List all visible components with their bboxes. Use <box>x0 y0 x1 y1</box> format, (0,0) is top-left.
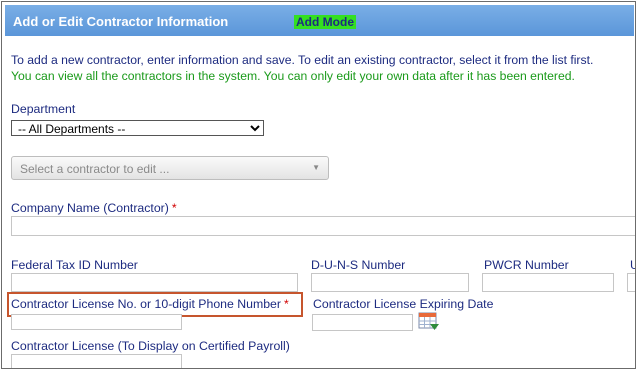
contractor-form-panel: Add or Edit Contractor Information Add M… <box>1 1 636 369</box>
pwcr-label: PWCR Number <box>484 258 569 272</box>
contractor-select-placeholder: Select a contractor to edit ... <box>20 162 170 176</box>
department-select[interactable]: -- All Departments -- <box>11 120 264 136</box>
panel-header: Add or Edit Contractor Information Add M… <box>5 5 634 36</box>
license-no-label: Contractor License No. or 10-digit Phone… <box>11 297 289 311</box>
required-marker: * <box>284 297 289 311</box>
department-label: Department <box>11 102 76 116</box>
calendar-icon[interactable] <box>418 312 440 332</box>
duns-input[interactable] <box>311 273 469 292</box>
license-display-input[interactable] <box>11 354 182 368</box>
company-name-input[interactable] <box>11 216 635 236</box>
duns-label: D-U-N-S Number <box>311 258 406 272</box>
license-expiry-label: Contractor License Expiring Date <box>313 297 494 311</box>
federal-tax-id-label: Federal Tax ID Number <box>11 258 138 272</box>
federal-tax-id-input[interactable] <box>11 273 298 292</box>
chevron-down-icon: ▼ <box>312 163 320 172</box>
company-name-label-text: Company Name (Contractor) <box>11 201 169 215</box>
mode-badge: Add Mode <box>294 15 356 29</box>
required-marker: * <box>171 201 177 215</box>
permissions-note: You can view all the contractors in the … <box>11 69 575 83</box>
license-no-label-text: Contractor License No. or 10-digit Phone… <box>11 297 281 311</box>
pwcr-input[interactable] <box>482 273 614 292</box>
contractor-select[interactable]: Select a contractor to edit ... ▼ <box>11 156 329 180</box>
panel-title: Add or Edit Contractor Information <box>13 14 229 29</box>
license-no-input[interactable] <box>11 314 182 330</box>
instructions-text: To add a new contractor, enter informati… <box>11 53 594 67</box>
license-display-label: Contractor License (To Display on Certif… <box>11 339 290 353</box>
extra-column-label: U <box>630 258 635 272</box>
license-expiry-input[interactable] <box>312 314 413 331</box>
company-name-label: Company Name (Contractor) * <box>11 201 177 215</box>
extra-column-input[interactable] <box>627 273 635 292</box>
